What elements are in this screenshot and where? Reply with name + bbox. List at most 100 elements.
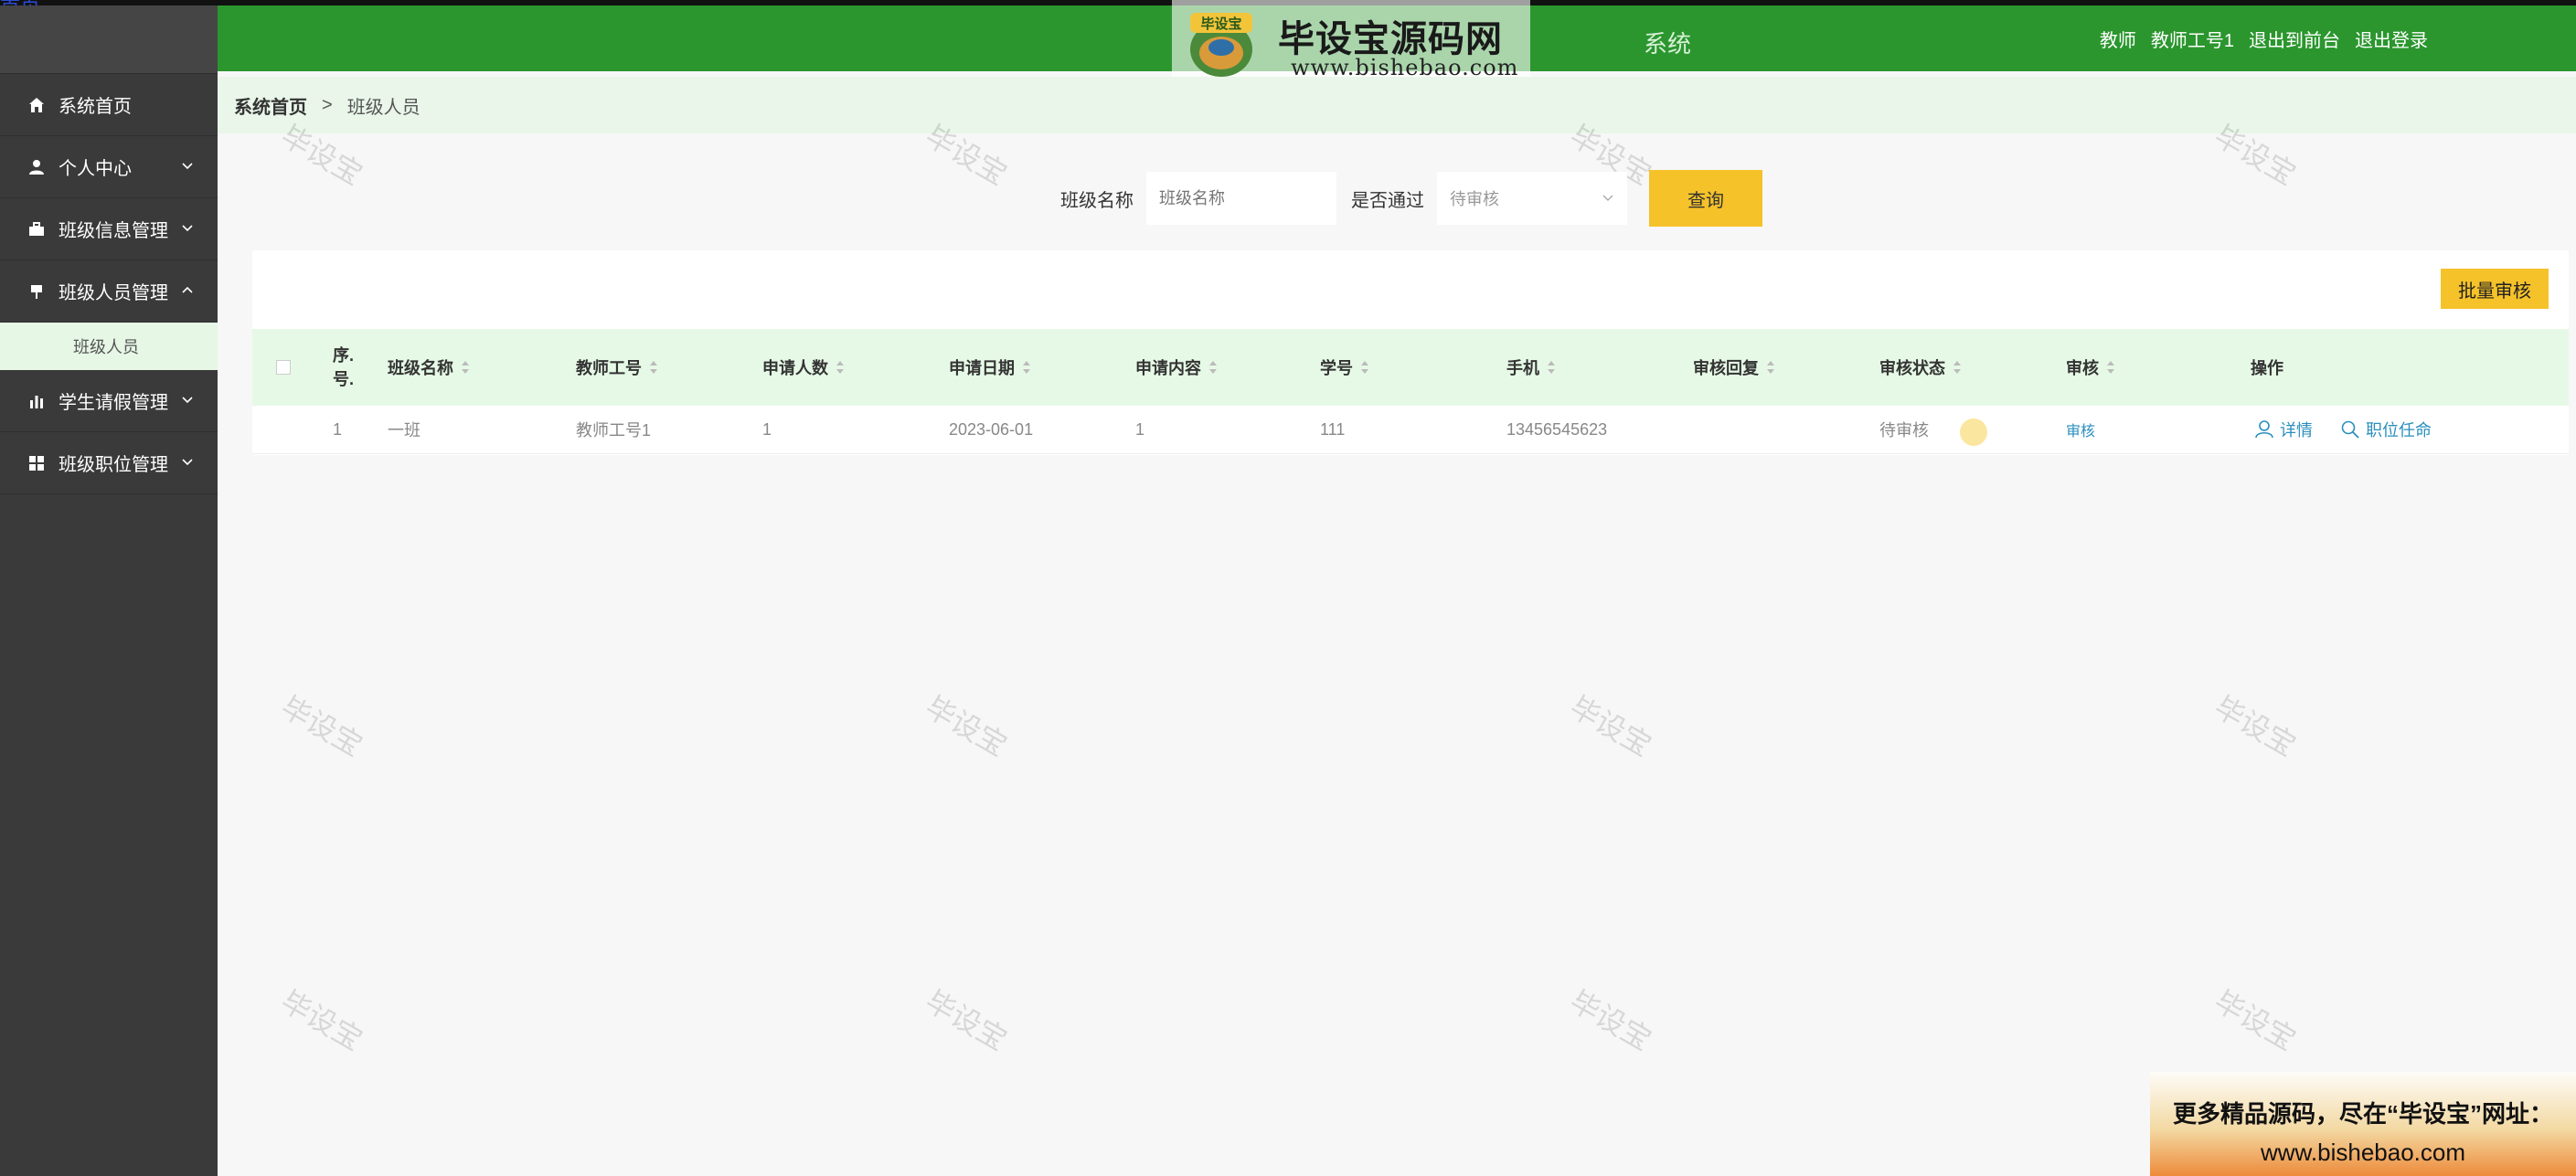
chevron-down-icon [182, 459, 193, 466]
col-label: 审核 [2066, 359, 2099, 377]
user-icon [27, 158, 46, 176]
sidebar-item-personal-center[interactable]: 个人中心 [0, 136, 218, 198]
mouse-cursor-highlight [1960, 418, 1987, 446]
sidebar-item-label: 班级职位管理 [59, 455, 168, 475]
cell-student-no: 111 [1320, 419, 1346, 439]
col-label: 手机 [1506, 359, 1539, 377]
bar-chart-icon [27, 392, 46, 410]
promo-line-1: 更多精品源码，尽在“毕设宝”网址： [2172, 1100, 2553, 1128]
appoint-position-button[interactable]: 职位任命 [2340, 406, 2432, 453]
detail-label: 详情 [2280, 421, 2313, 440]
brand-watermark: 毕设宝 毕设宝源码网 www.bishebao.com [1172, 0, 1530, 88]
col-index-line2: 号. [333, 370, 355, 388]
watermark: 毕设宝 [275, 690, 368, 763]
sort-icon [836, 361, 844, 374]
promo-banner[interactable]: 更多精品源码，尽在“毕设宝”网址： www.bishebao.com [2150, 1072, 2576, 1176]
col-label: 学号 [1320, 359, 1353, 377]
review-link[interactable]: 审核 [2066, 406, 2095, 453]
sort-icon [1209, 361, 1217, 374]
breadcrumb-home[interactable]: 系统首页 [234, 92, 307, 119]
col-review-reply[interactable]: 审核回复 [1693, 329, 1775, 406]
chevron-down-icon [182, 397, 193, 404]
sort-icon [1023, 361, 1030, 374]
cell-apply-date: 2023-06-01 [949, 419, 1034, 439]
brand-logo-text: 毕设宝 [1200, 16, 1241, 32]
table-row: 1 一班 教师工号1 1 2023-06-01 1 111 1345654562… [252, 406, 2569, 454]
sort-icon [650, 361, 657, 374]
detail-button[interactable]: 详情 [2254, 406, 2313, 453]
sidebar-item-class-positions[interactable]: 班级职位管理 [0, 432, 218, 494]
col-label: 审核状态 [1879, 359, 1945, 377]
col-label: 班级名称 [388, 359, 453, 377]
sidebar-item-label: 个人中心 [59, 159, 132, 179]
col-label: 申请日期 [949, 359, 1015, 377]
col-review-status[interactable]: 审核状态 [1879, 329, 1962, 406]
promo-line-2: www.bishebao.com [2261, 1139, 2465, 1166]
col-apply-content[interactable]: 申请内容 [1135, 329, 1218, 406]
col-label: 申请人数 [762, 359, 828, 377]
chevron-up-icon [182, 286, 193, 293]
chevron-down-icon [1602, 195, 1613, 201]
sort-icon [1953, 361, 1961, 374]
watermark: 毕设宝 [2209, 984, 2302, 1057]
col-apply-date[interactable]: 申请日期 [949, 329, 1031, 406]
system-title: 系统 [1644, 30, 1692, 58]
passed-select[interactable]: 待审核 [1437, 172, 1627, 225]
class-name-input[interactable] [1146, 172, 1336, 225]
exit-to-front-link[interactable]: 退出到前台 [2249, 26, 2340, 52]
breadcrumb: 系统首页 > 班级人员 [218, 77, 2576, 133]
table-header: 序. 号. 班级名称 教师工号 申请人数 申请日期 申请内容 学号 手机 审核回… [252, 329, 2569, 406]
cell-phone: 13456545623 [1506, 419, 1608, 439]
cell-teacher-no: 教师工号1 [576, 421, 652, 440]
home-icon [27, 96, 46, 114]
search-bar: 班级名称 是否通过 待审核 查询 [1060, 170, 1762, 227]
sidebar-item-student-leave[interactable]: 学生请假管理 [0, 370, 218, 432]
sort-icon [1361, 361, 1368, 374]
appoint-label: 职位任命 [2366, 421, 2432, 440]
col-label: 教师工号 [576, 359, 642, 377]
col-review[interactable]: 审核 [2066, 329, 2115, 406]
col-actions: 操作 [2251, 329, 2283, 406]
cell-applicants: 1 [762, 419, 772, 439]
user-name: 教师工号1 [2150, 31, 2234, 51]
col-applicants[interactable]: 申请人数 [762, 329, 845, 406]
user-icon [2255, 420, 2273, 439]
watermark: 毕设宝 [920, 984, 1013, 1057]
flag-icon [27, 282, 46, 301]
table-panel: 批量审核 序. 号. 班级名称 教师工号 申请人数 申请日期 申请内容 学号 手… [252, 250, 2569, 455]
sidebar-item-label: 系统首页 [59, 97, 132, 117]
batch-review-button[interactable]: 批量审核 [2441, 269, 2549, 309]
col-teacher-no[interactable]: 教师工号 [576, 329, 658, 406]
col-class-name[interactable]: 班级名称 [388, 329, 470, 406]
watermark: 毕设宝 [1564, 690, 1657, 763]
passed-label: 是否通过 [1351, 190, 1424, 211]
sidebar-item-label: 班级信息管理 [59, 221, 168, 241]
sort-icon [2107, 361, 2114, 374]
sidebar-item-class-info[interactable]: 班级信息管理 [0, 198, 218, 260]
query-button[interactable]: 查询 [1649, 170, 1762, 227]
col-index-line1: 序. [333, 346, 355, 365]
row-checkbox[interactable] [276, 406, 291, 453]
sidebar-item-class-members[interactable]: 班级人员管理 [0, 260, 218, 323]
sort-icon [1548, 361, 1555, 374]
sidebar-item-home[interactable]: 系统首页 [0, 74, 218, 136]
sidebar-header [0, 5, 218, 74]
sidebar-subitem-class-members[interactable]: 班级人员 [0, 323, 218, 370]
watermark: 毕设宝 [1564, 984, 1657, 1057]
user-links: 教师 教师工号1 退出到前台 退出登录 [2100, 26, 2428, 52]
search-icon [2341, 420, 2359, 439]
col-label: 操作 [2251, 359, 2283, 377]
briefcase-icon [27, 220, 46, 238]
sort-icon [462, 361, 469, 374]
col-student-no[interactable]: 学号 [1320, 329, 1369, 406]
user-role: 教师 [2099, 31, 2136, 51]
logout-link[interactable]: 退出登录 [2355, 26, 2428, 52]
col-phone[interactable]: 手机 [1506, 329, 1556, 406]
breadcrumb-separator: > [322, 94, 333, 115]
cell-review-status: 待审核 [1879, 421, 1929, 440]
chevron-down-icon [182, 225, 193, 232]
cell-class-name: 一班 [388, 421, 420, 440]
select-all-checkbox[interactable] [276, 329, 291, 406]
col-label: 审核回复 [1693, 359, 1759, 377]
breadcrumb-current: 班级人员 [346, 97, 420, 118]
